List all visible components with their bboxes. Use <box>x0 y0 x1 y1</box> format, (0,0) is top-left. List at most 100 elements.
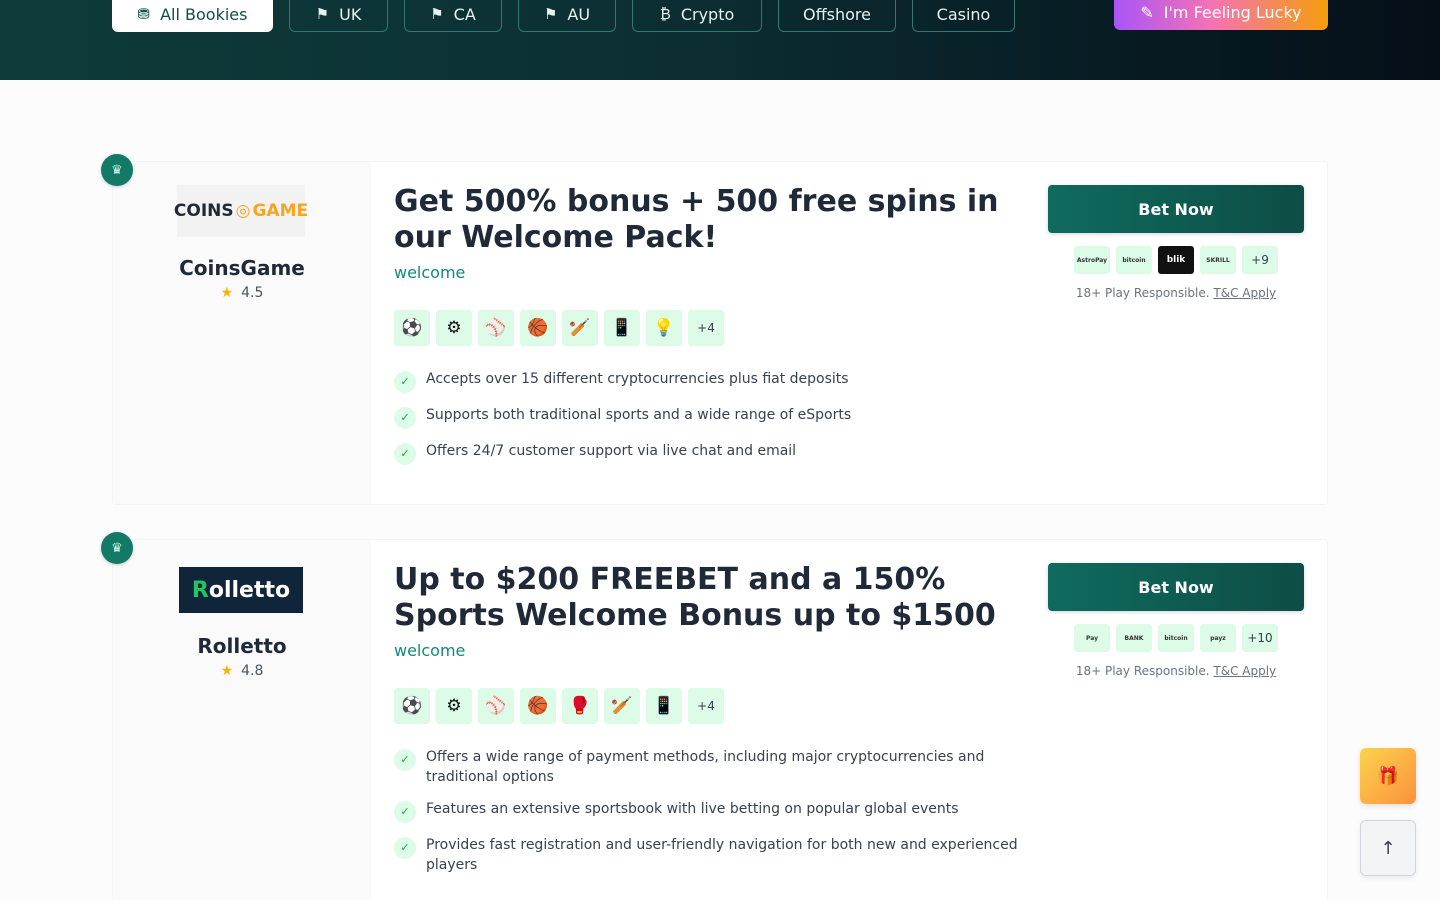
bonus-headline: Get 500% bonus + 500 free spins in our W… <box>394 184 999 255</box>
bookie-card: ♛ Rolletto Rolletto ★ 4.8 Up to $200 FREE… <box>101 532 1328 900</box>
bonus-tag: welcome <box>394 263 466 282</box>
check-icon: ✓ <box>394 801 416 823</box>
arrow-up-icon: ↑ <box>1380 837 1396 859</box>
responsible-text: 18+ Play Responsible. <box>1075 286 1210 300</box>
boxing-icon: 🥊 <box>562 688 598 724</box>
filter-crypto[interactable]: ₿ Crypto <box>632 0 762 32</box>
filter-uk[interactable]: ⚑ UK <box>289 0 388 32</box>
responsible-note: 18+ Play Responsible. T&C Apply <box>1048 664 1304 678</box>
filter-label: Offshore <box>803 4 871 24</box>
check-icon: ✓ <box>394 371 416 393</box>
feature-list: ✓ Accepts over 15 different cryptocurrenc… <box>394 369 1034 477</box>
logo-text: GAME <box>252 201 309 221</box>
responsible-note: 18+ Play Responsible. T&C Apply <box>1048 286 1304 300</box>
motorsport-icon: ⚙ <box>436 310 472 346</box>
bookie-name: CoinsGame <box>179 256 305 280</box>
more-sports-badge: +4 <box>688 688 724 724</box>
check-icon: ✓ <box>394 749 416 771</box>
bookie-card: ♛ COINS ◎ GAME CoinsGame ★ 4.5 Get 500% b… <box>101 154 1328 505</box>
filter-label: AU <box>567 4 591 24</box>
bookie-logo[interactable]: COINS ◎ GAME <box>174 185 309 237</box>
flag-icon: ⚑ <box>430 5 444 23</box>
idea-icon: 💡 <box>646 310 682 346</box>
filter-all-bookies[interactable]: ⛃ All Bookies <box>112 0 273 32</box>
tc-link[interactable]: T&C Apply <box>1213 286 1276 300</box>
filter-label: UK <box>339 4 362 24</box>
rating-value: 4.8 <box>241 663 264 679</box>
feature-list: ✓ Offers a wide range of payment methods,… <box>394 747 1034 887</box>
scroll-top-button[interactable]: ↑ <box>1360 820 1416 876</box>
cricket-icon: 🏏 <box>604 688 640 724</box>
feature-item: ✓ Offers 24/7 customer support via live c… <box>394 441 1034 465</box>
bookies-icon: ⛃ <box>137 5 151 23</box>
gift-icon: 🎁 <box>1376 765 1400 787</box>
bookie-name: Rolletto <box>197 634 287 658</box>
bookie-rating: ★ 4.8 <box>113 663 371 679</box>
football-icon: ⚽ <box>394 310 430 346</box>
rating-value: 4.5 <box>241 285 264 301</box>
feature-item: ✓ Offers a wide range of payment methods,… <box>394 747 1034 787</box>
flag-icon: ⚑ <box>315 5 330 23</box>
crown-icon: ♛ <box>101 532 133 564</box>
lucky-label: I'm Feeling Lucky <box>1163 2 1302 22</box>
flag-icon: ⚑ <box>543 5 558 23</box>
feature-item: ✓ Features an extensive sportsbook with l… <box>394 799 1034 823</box>
logo-text: R <box>191 577 209 603</box>
filter-label: Crypto <box>680 4 735 24</box>
bet-now-button[interactable]: Bet Now <box>1048 185 1304 233</box>
cricket-icon: 🏏 <box>562 310 598 346</box>
astropay-icon: AstroPay <box>1074 246 1110 274</box>
feature-item: ✓ Accepts over 15 different cryptocurrenc… <box>394 369 1034 393</box>
star-icon: ★ <box>220 663 234 679</box>
bonus-headline: Up to $200 FREEBET and a 150% Sports Wel… <box>394 562 996 633</box>
basketball-icon: 🏀 <box>520 688 556 724</box>
feature-text: Offers 24/7 customer support via live ch… <box>426 443 797 459</box>
payz-icon: payz <box>1200 624 1236 652</box>
basketball-icon: 🏀 <box>520 310 556 346</box>
feature-text: Features an extensive sportsbook with li… <box>426 801 959 817</box>
more-payments-badge: +10 <box>1242 624 1278 652</box>
responsible-text: 18+ Play Responsible. <box>1075 664 1210 678</box>
filter-casino[interactable]: Casino <box>912 0 1015 32</box>
check-icon: ✓ <box>394 837 416 859</box>
crown-icon: ♛ <box>101 154 133 186</box>
payment-methods: AstroPay bitcoin blik SKRILL +9 <box>1074 246 1278 274</box>
sports-list: ⚽ ⚙ ⚾ 🏀 🏏 📱 💡 +4 <box>394 310 724 346</box>
bitcoin-icon: bitcoin <box>1158 624 1194 652</box>
more-sports-badge: +4 <box>688 310 724 346</box>
football-icon: ⚽ <box>394 688 430 724</box>
filter-label: CA <box>453 4 476 24</box>
apple-pay-icon: Pay <box>1074 624 1110 652</box>
skrill-icon: SKRILL <box>1200 246 1236 274</box>
filter-ca[interactable]: ⚑ CA <box>404 0 502 32</box>
dice-icon: ✎ <box>1140 2 1154 22</box>
gift-button[interactable]: 🎁 <box>1360 748 1416 804</box>
feature-text: Accepts over 15 different cryptocurrenci… <box>426 371 849 387</box>
bet-now-button[interactable]: Bet Now <box>1048 563 1304 611</box>
bonus-tag: welcome <box>394 641 466 660</box>
blik-icon: blik <box>1158 246 1194 274</box>
motorsport-icon: ⚙ <box>436 688 472 724</box>
sports-list: ⚽ ⚙ ⚾ 🏀 🥊 🏏 📱 +4 <box>394 688 724 724</box>
feature-item: ✓ Provides fast registration and user-fri… <box>394 835 1034 875</box>
filter-header: ⛃ All Bookies ⚑ UK ⚑ CA ⚑ AU ₿ Crypto Of… <box>0 0 1440 80</box>
esports-icon: 📱 <box>646 688 682 724</box>
filter-au[interactable]: ⚑ AU <box>518 0 616 32</box>
feature-text: Supports both traditional sports and a w… <box>426 407 852 423</box>
filter-label: All Bookies <box>160 4 248 24</box>
tc-link[interactable]: T&C Apply <box>1213 664 1276 678</box>
filter-label: Casino <box>936 4 991 24</box>
baseball-icon: ⚾ <box>478 688 514 724</box>
baseball-icon: ⚾ <box>478 310 514 346</box>
payment-methods: Pay BANK bitcoin payz +10 <box>1074 624 1278 652</box>
check-icon: ✓ <box>394 407 416 429</box>
bitcoin-icon: ₿ <box>659 5 671 23</box>
coin-icon: ◎ <box>235 201 251 221</box>
filter-offshore[interactable]: Offshore <box>778 0 896 32</box>
feeling-lucky-button[interactable]: ✎ I'm Feeling Lucky <box>1114 0 1328 30</box>
feature-text: Provides fast registration and user-frie… <box>426 837 1018 873</box>
more-payments-badge: +9 <box>1242 246 1278 274</box>
check-icon: ✓ <box>394 443 416 465</box>
bookie-logo[interactable]: Rolletto <box>179 567 303 613</box>
esports-icon: 📱 <box>604 310 640 346</box>
